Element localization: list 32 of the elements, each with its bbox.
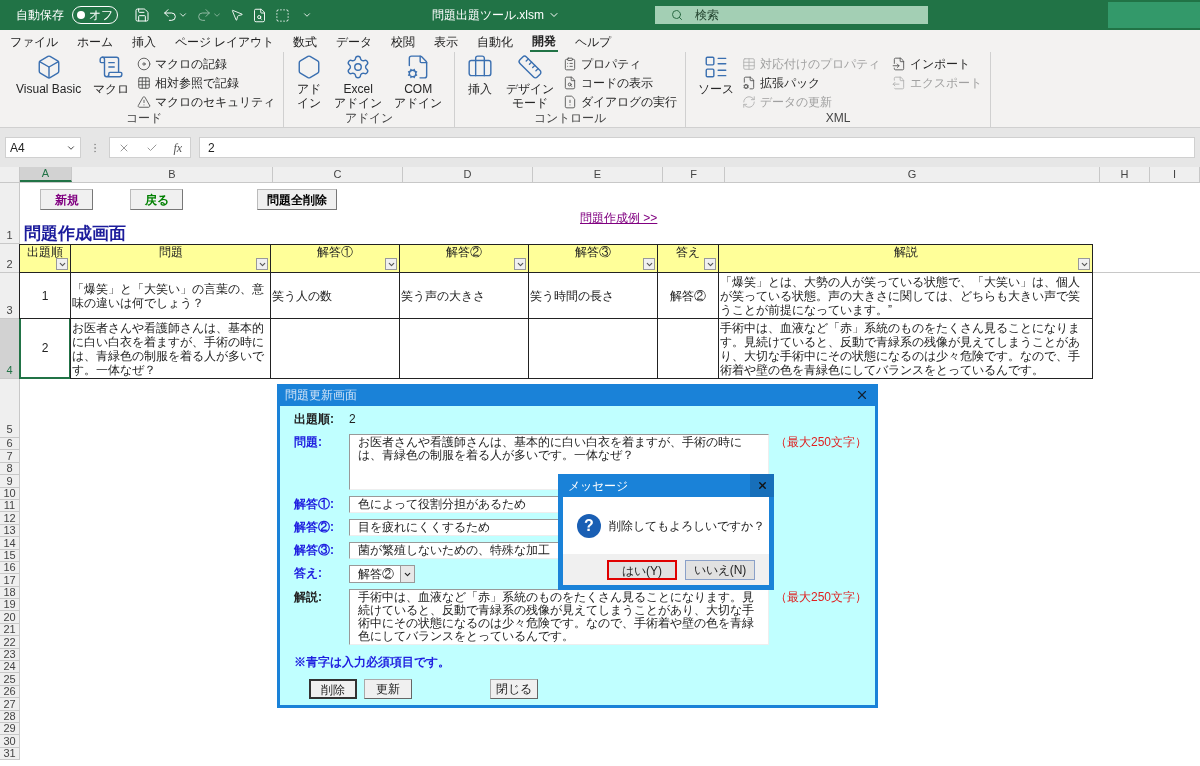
field-label: 解答①:: [294, 496, 335, 513]
autosave-label: 自動保存: [16, 7, 64, 24]
group-label: コード: [124, 111, 163, 127]
header-cell: 解説: [718, 244, 1093, 273]
required-note: ※青字は入力必須項目です。: [294, 655, 451, 669]
header-cell: 解答③: [528, 244, 658, 273]
table-cell: 手術中は、血液など「赤」系統のものをたくさん見ることになります。見続けていると、反動で青緑系の残像が見えてしまうことがあり、大切な手術中にその状態になるのは少々危険です。なので、手術着や壁の色を青緑色にしてバランスをとっているんです。: [718, 319, 1093, 379]
field-label: 出題順:: [294, 411, 335, 428]
header-cell: 解答①: [270, 244, 400, 273]
header-cell: 出題順: [19, 244, 71, 273]
length-note: （最大250文字）: [775, 589, 868, 605]
field-label: 解答②:: [294, 519, 335, 536]
question-icon: ?: [577, 513, 601, 538]
dialog-title: 問題更新画面: [285, 387, 357, 404]
length-note: （最大250文字）: [775, 434, 868, 450]
sheet-title: 問題作成画面: [23, 224, 127, 243]
table-cell: 「爆笑」とは、大勢の人が笑っている状態で、「大笑い」は、個人が笑っている状態。声の大きさに関しては、どちらも大きい声で笑うことが前提になっています。”: [718, 273, 1093, 319]
table-cell: お医者さんや看護師さんは、基本的に白い白衣を着ますが、手術の時には、青緑色の制服を着る人が多いです。一体なぜ？: [70, 319, 271, 379]
field-label: 答え:: [294, 565, 323, 582]
header-cell: 解答②: [399, 244, 529, 273]
field-label: 問題:: [294, 434, 323, 450]
field-label: 解答③:: [294, 542, 335, 559]
header-cell: 答え: [657, 244, 719, 273]
group-label: アドイン: [344, 111, 395, 127]
message-text: 削除してもよろしいですか？: [609, 517, 765, 535]
table-cell: 2: [19, 319, 71, 379]
field-label: 解説:: [294, 589, 323, 605]
group-label: コントロール: [533, 111, 608, 127]
number-value: 2: [349, 411, 356, 428]
group-label: XML: [824, 111, 852, 127]
header-cell: 問題: [70, 244, 271, 273]
table-cell: 1: [19, 273, 71, 319]
